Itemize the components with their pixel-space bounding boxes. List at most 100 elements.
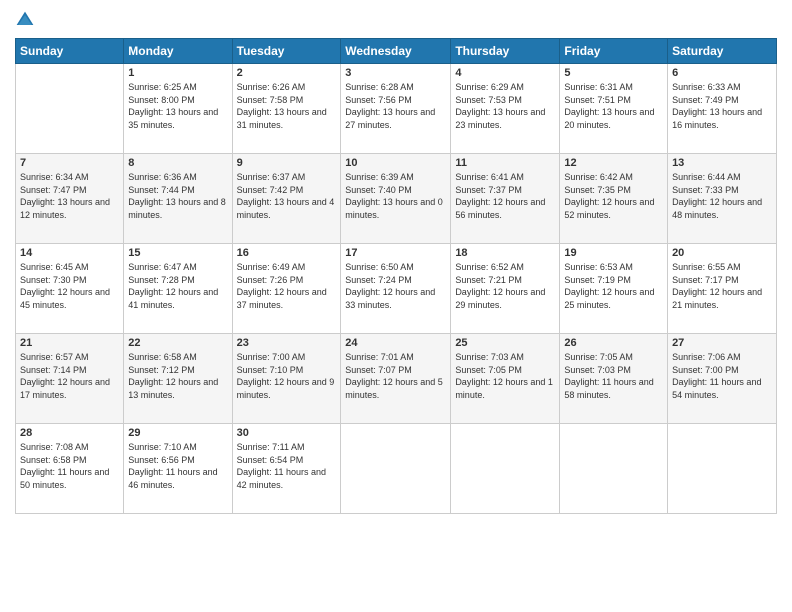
- calendar-cell: 18 Sunrise: 6:52 AMSunset: 7:21 PMDayligh…: [451, 244, 560, 334]
- cell-info: Sunrise: 6:41 AMSunset: 7:37 PMDaylight:…: [455, 171, 555, 221]
- cell-info: Sunrise: 6:47 AMSunset: 7:28 PMDaylight:…: [128, 261, 227, 311]
- day-number: 29: [128, 427, 227, 439]
- day-number: 1: [128, 67, 227, 79]
- calendar-cell: 3 Sunrise: 6:28 AMSunset: 7:56 PMDaylight…: [341, 64, 451, 154]
- calendar-cell: 25 Sunrise: 7:03 AMSunset: 7:05 PMDayligh…: [451, 334, 560, 424]
- day-number: 21: [20, 337, 119, 349]
- cell-info: Sunrise: 6:44 AMSunset: 7:33 PMDaylight:…: [672, 171, 772, 221]
- col-header-saturday: Saturday: [668, 39, 777, 64]
- day-number: 25: [455, 337, 555, 349]
- cell-info: Sunrise: 6:42 AMSunset: 7:35 PMDaylight:…: [564, 171, 663, 221]
- calendar-cell: 9Sunrise: 6:37 AMSunset: 7:42 PMDaylight…: [232, 154, 341, 244]
- week-row-2: 14 Sunrise: 6:45 AMSunset: 7:30 PMDayligh…: [16, 244, 777, 334]
- day-number: 16: [237, 247, 337, 259]
- cell-info: Sunrise: 6:28 AMSunset: 7:56 PMDaylight:…: [345, 81, 446, 131]
- cell-info: Sunrise: 6:53 AMSunset: 7:19 PMDaylight:…: [564, 261, 663, 311]
- day-number: 2: [237, 67, 337, 79]
- day-number: 4: [455, 67, 555, 79]
- cell-info: Sunrise: 7:10 AMSunset: 6:56 PMDaylight:…: [128, 441, 227, 491]
- calendar-cell: 13 Sunrise: 6:44 AMSunset: 7:33 PMDayligh…: [668, 154, 777, 244]
- day-number: 10: [345, 157, 446, 169]
- day-number: 18: [455, 247, 555, 259]
- cell-info: Sunrise: 6:26 AMSunset: 7:58 PMDaylight:…: [237, 81, 337, 131]
- calendar-cell: 2 Sunrise: 6:26 AMSunset: 7:58 PMDaylight…: [232, 64, 341, 154]
- calendar-cell: 12 Sunrise: 6:42 AMSunset: 7:35 PMDayligh…: [560, 154, 668, 244]
- col-header-friday: Friday: [560, 39, 668, 64]
- cell-info: Sunrise: 6:29 AMSunset: 7:53 PMDaylight:…: [455, 81, 555, 131]
- calendar-cell: 30 Sunrise: 7:11 AMSunset: 6:54 PMDayligh…: [232, 424, 341, 514]
- day-number: 27: [672, 337, 772, 349]
- day-number: 9: [237, 157, 337, 169]
- calendar-cell: 7 Sunrise: 6:34 AMSunset: 7:47 PMDaylight…: [16, 154, 124, 244]
- calendar-cell: 8 Sunrise: 6:36 AMSunset: 7:44 PMDaylight…: [124, 154, 232, 244]
- calendar-cell: 20Sunrise: 6:55 AMSunset: 7:17 PMDayligh…: [668, 244, 777, 334]
- week-row-3: 21 Sunrise: 6:57 AMSunset: 7:14 PMDayligh…: [16, 334, 777, 424]
- col-header-monday: Monday: [124, 39, 232, 64]
- cell-info: Sunrise: 6:39 AMSunset: 7:40 PMDaylight:…: [345, 171, 446, 221]
- col-header-sunday: Sunday: [16, 39, 124, 64]
- calendar-header-row: SundayMondayTuesdayWednesdayThursdayFrid…: [16, 39, 777, 64]
- calendar-cell: 4 Sunrise: 6:29 AMSunset: 7:53 PMDaylight…: [451, 64, 560, 154]
- calendar-cell: 11Sunrise: 6:41 AMSunset: 7:37 PMDayligh…: [451, 154, 560, 244]
- calendar-cell: 23 Sunrise: 7:00 AMSunset: 7:10 PMDayligh…: [232, 334, 341, 424]
- day-number: 13: [672, 157, 772, 169]
- cell-info: Sunrise: 7:05 AMSunset: 7:03 PMDaylight:…: [564, 351, 663, 401]
- calendar-cell: [560, 424, 668, 514]
- day-number: 20: [672, 247, 772, 259]
- calendar-cell: [668, 424, 777, 514]
- logo-icon: [15, 10, 35, 30]
- calendar-cell: 14 Sunrise: 6:45 AMSunset: 7:30 PMDayligh…: [16, 244, 124, 334]
- calendar-cell: 17 Sunrise: 6:50 AMSunset: 7:24 PMDayligh…: [341, 244, 451, 334]
- day-number: 7: [20, 157, 119, 169]
- day-number: 19: [564, 247, 663, 259]
- calendar-cell: 5 Sunrise: 6:31 AMSunset: 7:51 PMDaylight…: [560, 64, 668, 154]
- week-row-4: 28Sunrise: 7:08 AMSunset: 6:58 PMDayligh…: [16, 424, 777, 514]
- day-number: 30: [237, 427, 337, 439]
- cell-info: Sunrise: 6:57 AMSunset: 7:14 PMDaylight:…: [20, 351, 119, 401]
- day-number: 22: [128, 337, 227, 349]
- col-header-wednesday: Wednesday: [341, 39, 451, 64]
- calendar-cell: 26Sunrise: 7:05 AMSunset: 7:03 PMDayligh…: [560, 334, 668, 424]
- calendar-cell: 29 Sunrise: 7:10 AMSunset: 6:56 PMDayligh…: [124, 424, 232, 514]
- cell-info: Sunrise: 6:50 AMSunset: 7:24 PMDaylight:…: [345, 261, 446, 311]
- day-number: 23: [237, 337, 337, 349]
- calendar-cell: [451, 424, 560, 514]
- calendar-cell: [16, 64, 124, 154]
- day-number: 17: [345, 247, 446, 259]
- cell-info: Sunrise: 6:36 AMSunset: 7:44 PMDaylight:…: [128, 171, 227, 221]
- cell-info: Sunrise: 7:03 AMSunset: 7:05 PMDaylight:…: [455, 351, 555, 401]
- day-number: 6: [672, 67, 772, 79]
- day-number: 5: [564, 67, 663, 79]
- day-number: 14: [20, 247, 119, 259]
- calendar-cell: 22 Sunrise: 6:58 AMSunset: 7:12 PMDayligh…: [124, 334, 232, 424]
- calendar-cell: 27 Sunrise: 7:06 AMSunset: 7:00 PMDayligh…: [668, 334, 777, 424]
- day-number: 12: [564, 157, 663, 169]
- cell-info: Sunrise: 6:58 AMSunset: 7:12 PMDaylight:…: [128, 351, 227, 401]
- cell-info: Sunrise: 6:34 AMSunset: 7:47 PMDaylight:…: [20, 171, 119, 221]
- calendar-cell: 21 Sunrise: 6:57 AMSunset: 7:14 PMDayligh…: [16, 334, 124, 424]
- col-header-tuesday: Tuesday: [232, 39, 341, 64]
- day-number: 15: [128, 247, 227, 259]
- day-number: 3: [345, 67, 446, 79]
- week-row-0: 1 Sunrise: 6:25 AMSunset: 8:00 PMDaylight…: [16, 64, 777, 154]
- page: SundayMondayTuesdayWednesdayThursdayFrid…: [0, 0, 792, 612]
- header: [15, 10, 777, 30]
- cell-info: Sunrise: 6:33 AMSunset: 7:49 PMDaylight:…: [672, 81, 772, 131]
- cell-info: Sunrise: 7:06 AMSunset: 7:00 PMDaylight:…: [672, 351, 772, 401]
- calendar-cell: 15 Sunrise: 6:47 AMSunset: 7:28 PMDayligh…: [124, 244, 232, 334]
- calendar-cell: 6 Sunrise: 6:33 AMSunset: 7:49 PMDaylight…: [668, 64, 777, 154]
- cell-info: Sunrise: 6:31 AMSunset: 7:51 PMDaylight:…: [564, 81, 663, 131]
- col-header-thursday: Thursday: [451, 39, 560, 64]
- logo: [15, 10, 39, 30]
- day-number: 8: [128, 157, 227, 169]
- cell-info: Sunrise: 7:11 AMSunset: 6:54 PMDaylight:…: [237, 441, 337, 491]
- week-row-1: 7 Sunrise: 6:34 AMSunset: 7:47 PMDaylight…: [16, 154, 777, 244]
- calendar-cell: 16Sunrise: 6:49 AMSunset: 7:26 PMDayligh…: [232, 244, 341, 334]
- cell-info: Sunrise: 7:00 AMSunset: 7:10 PMDaylight:…: [237, 351, 337, 401]
- calendar-table: SundayMondayTuesdayWednesdayThursdayFrid…: [15, 38, 777, 514]
- cell-info: Sunrise: 6:52 AMSunset: 7:21 PMDaylight:…: [455, 261, 555, 311]
- calendar-cell: [341, 424, 451, 514]
- cell-info: Sunrise: 6:25 AMSunset: 8:00 PMDaylight:…: [128, 81, 227, 131]
- cell-info: Sunrise: 6:45 AMSunset: 7:30 PMDaylight:…: [20, 261, 119, 311]
- cell-info: Sunrise: 7:08 AMSunset: 6:58 PMDaylight:…: [20, 441, 119, 491]
